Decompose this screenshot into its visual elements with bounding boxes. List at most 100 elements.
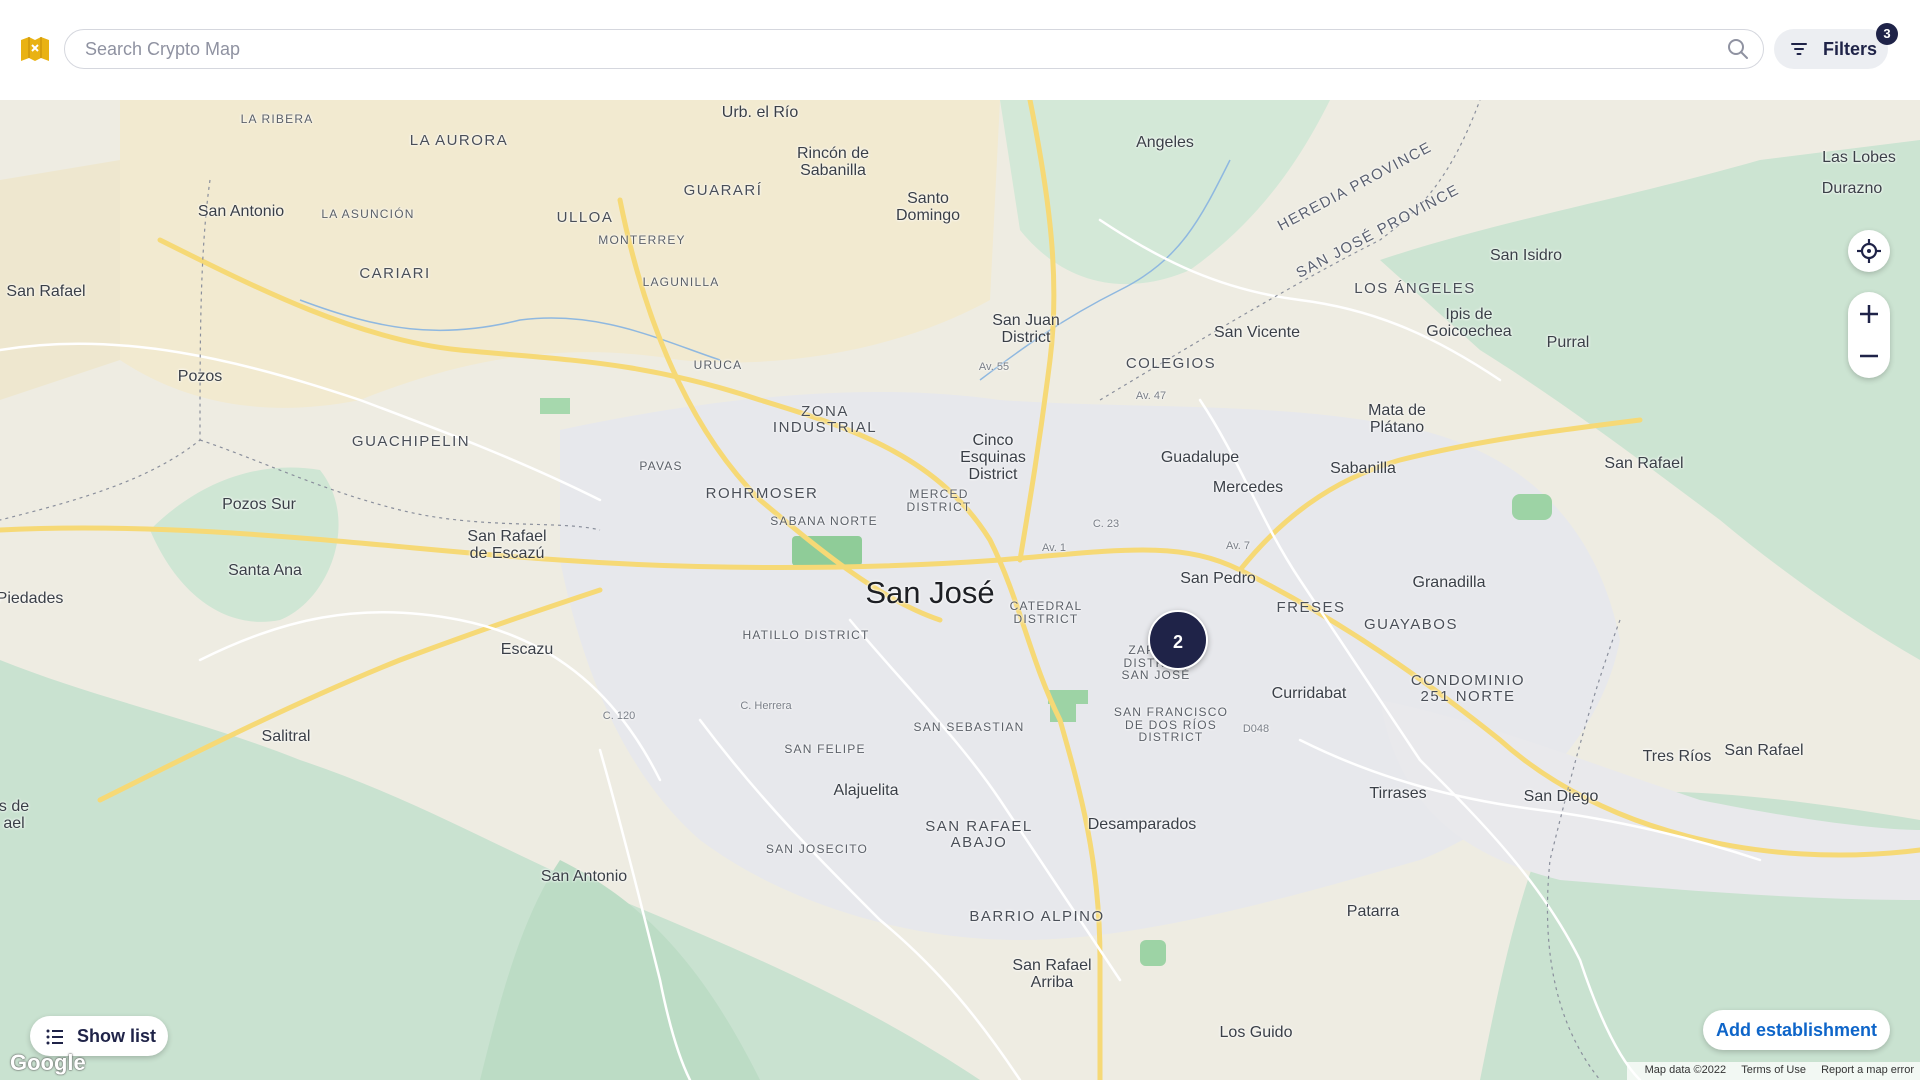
map-place-label: GUARARÍ bbox=[683, 182, 763, 199]
map-place-label: HATILLO DISTRICT bbox=[742, 628, 870, 642]
map-place-label: Santa Ana bbox=[228, 562, 302, 579]
filter-icon bbox=[1791, 42, 1807, 56]
map-place-label: SAN FELIPE bbox=[784, 742, 866, 756]
map-place-label: Santo Domingo bbox=[895, 190, 961, 224]
map-place-label: CARIARI bbox=[359, 265, 431, 282]
google-logo[interactable]: Google bbox=[10, 1050, 86, 1076]
map-place-label: LOS ÁNGELES bbox=[1354, 280, 1476, 297]
map-place-label: Cinco Esquinas District bbox=[960, 432, 1026, 483]
map-place-label: Mata de Plátano bbox=[1368, 402, 1426, 436]
map-place-label: San Rafael bbox=[1604, 455, 1684, 472]
map-place-label: San Antonio bbox=[540, 868, 628, 885]
map-place-label: Desamparados bbox=[1087, 816, 1197, 833]
map-place-label: GUAYABOS bbox=[1364, 616, 1458, 633]
map-place-label: Escazu bbox=[500, 641, 554, 658]
map-place-label: MERCED DISTRICT bbox=[906, 487, 972, 514]
map-place-label: BARRIO ALPINO bbox=[969, 908, 1105, 925]
list-icon bbox=[46, 1029, 64, 1045]
map-place-label: LA RIBERA bbox=[240, 112, 314, 126]
zoom-control bbox=[1848, 292, 1890, 378]
map-place-label: C. 120 bbox=[602, 710, 636, 722]
locate-me-button[interactable] bbox=[1848, 230, 1890, 272]
map-place-label: Angeles bbox=[1136, 134, 1194, 151]
map-place-label: San Antonio bbox=[197, 203, 285, 220]
map-place-label: San Rafael bbox=[1724, 742, 1804, 759]
map-place-label: MONTERREY bbox=[598, 233, 686, 247]
map-place-label: Granadilla bbox=[1412, 574, 1486, 591]
map-place-label: Tirrases bbox=[1369, 785, 1427, 802]
map-data-credit: Map data ©2022 bbox=[1644, 1064, 1727, 1076]
map-place-label: CONDOMINIO 251 NORTE bbox=[1410, 672, 1526, 705]
map-place-label: Alajuelita bbox=[833, 782, 899, 799]
map-place-label: San Diego bbox=[1523, 788, 1599, 805]
map-place-label: Sabanilla bbox=[1330, 460, 1396, 477]
map-place-label: COLEGIOS bbox=[1125, 355, 1217, 372]
map-place-label: Av. 55 bbox=[978, 361, 1010, 373]
map-place-label: PAVAS bbox=[639, 459, 683, 473]
map-place-label: LAGUNILLA bbox=[642, 275, 720, 289]
map-place-label: SABANA NORTE bbox=[770, 514, 878, 528]
map-place-label: FRESES bbox=[1276, 599, 1346, 616]
zoom-in-button[interactable] bbox=[1848, 292, 1890, 335]
map-place-label: Salitral bbox=[261, 728, 311, 745]
filters-button[interactable]: Filters bbox=[1774, 29, 1888, 69]
report-map-error-link[interactable]: Report a map error bbox=[1821, 1064, 1914, 1076]
search-bar[interactable] bbox=[64, 29, 1764, 69]
map-place-label: CATEDRAL DISTRICT bbox=[1009, 599, 1083, 626]
plus-icon bbox=[1860, 305, 1878, 323]
map-place-label: Av. 7 bbox=[1225, 540, 1251, 552]
map-place-label: URUCA bbox=[693, 358, 743, 372]
minus-icon bbox=[1860, 354, 1878, 358]
map-place-label: SAN RAFAEL ABAJO bbox=[925, 818, 1033, 851]
search-icon[interactable] bbox=[1727, 38, 1749, 60]
map-place-label: Pozos Sur bbox=[222, 496, 296, 513]
map-place-label: San Rafael bbox=[6, 283, 86, 300]
map-place-label: s de ael bbox=[0, 798, 30, 832]
crypto-map-logo-icon[interactable] bbox=[20, 36, 50, 62]
map-attribution: Map data ©2022 Terms of Use Report a map… bbox=[1626, 1062, 1920, 1080]
add-establishment-button[interactable]: Add establishment bbox=[1703, 1010, 1890, 1050]
map-place-label: SAN SEBASTIAN bbox=[913, 720, 1025, 734]
map-place-label: Curridabat bbox=[1271, 685, 1347, 702]
map-place-label: SAN FRANCISCO DE DOS RÍOS DISTRICT bbox=[1113, 705, 1229, 745]
terms-of-use-link[interactable]: Terms of Use bbox=[1741, 1064, 1806, 1076]
map-place-label: Patarra bbox=[1346, 903, 1400, 920]
map-place-label: Urb. el Río bbox=[721, 104, 799, 121]
map-place-label: Guadalupe bbox=[1160, 449, 1240, 466]
show-list-label: Show list bbox=[77, 1026, 157, 1046]
map-place-label: C. Herrera bbox=[740, 700, 792, 712]
map-place-label: Purral bbox=[1546, 334, 1590, 351]
search-input[interactable] bbox=[83, 30, 1687, 69]
map-place-label: D048 bbox=[1242, 723, 1270, 735]
map-place-label: Durazno bbox=[1821, 180, 1883, 197]
map-place-label: Las Lobes bbox=[1822, 149, 1896, 166]
map-place-label: Mercedes bbox=[1212, 479, 1284, 496]
map-place-label: Av. 1 bbox=[1041, 542, 1067, 554]
map-place-label: C. 23 bbox=[1092, 518, 1120, 530]
map-place-label: Piedades bbox=[0, 590, 64, 607]
crosshair-icon bbox=[1857, 239, 1881, 263]
map-place-label: Pozos bbox=[177, 368, 223, 385]
map-place-label: Av. 47 bbox=[1135, 390, 1167, 402]
zoom-out-button[interactable] bbox=[1848, 335, 1890, 378]
map-place-label: ROHRMOSER bbox=[705, 485, 819, 502]
map-place-label: Los Guido bbox=[1219, 1024, 1293, 1041]
map-place-label: LA AURORA bbox=[409, 132, 509, 149]
top-bar: Filters 3 bbox=[0, 0, 1920, 100]
map-cluster-marker[interactable]: 2 bbox=[1148, 610, 1208, 670]
filters-label: Filters bbox=[1823, 39, 1878, 59]
map-canvas[interactable]: San PabloUrb. el RíoLA RIBERALA AURORARi… bbox=[0, 100, 1920, 1080]
map-place-label: GUACHIPELIN bbox=[351, 433, 471, 450]
map-place-label: San Rafael de Escazú bbox=[467, 528, 547, 562]
map-place-label: San José bbox=[865, 575, 995, 610]
map-place-label: San Pedro bbox=[1180, 570, 1256, 587]
map-place-label: Tres Ríos bbox=[1642, 748, 1712, 765]
map-place-label: San Isidro bbox=[1489, 247, 1563, 264]
map-place-label: Rincón de Sabanilla bbox=[796, 145, 870, 179]
map-place-label: Ipis de Goicoechea bbox=[1426, 306, 1512, 340]
filters-count-badge: 3 bbox=[1876, 23, 1898, 45]
map-place-label: San Juan District bbox=[992, 312, 1060, 346]
map-place-label: LA ASUNCIÓN bbox=[321, 207, 415, 221]
add-establishment-label: Add establishment bbox=[1715, 1020, 1878, 1040]
map-place-label: San Rafael Arriba bbox=[1012, 957, 1092, 991]
